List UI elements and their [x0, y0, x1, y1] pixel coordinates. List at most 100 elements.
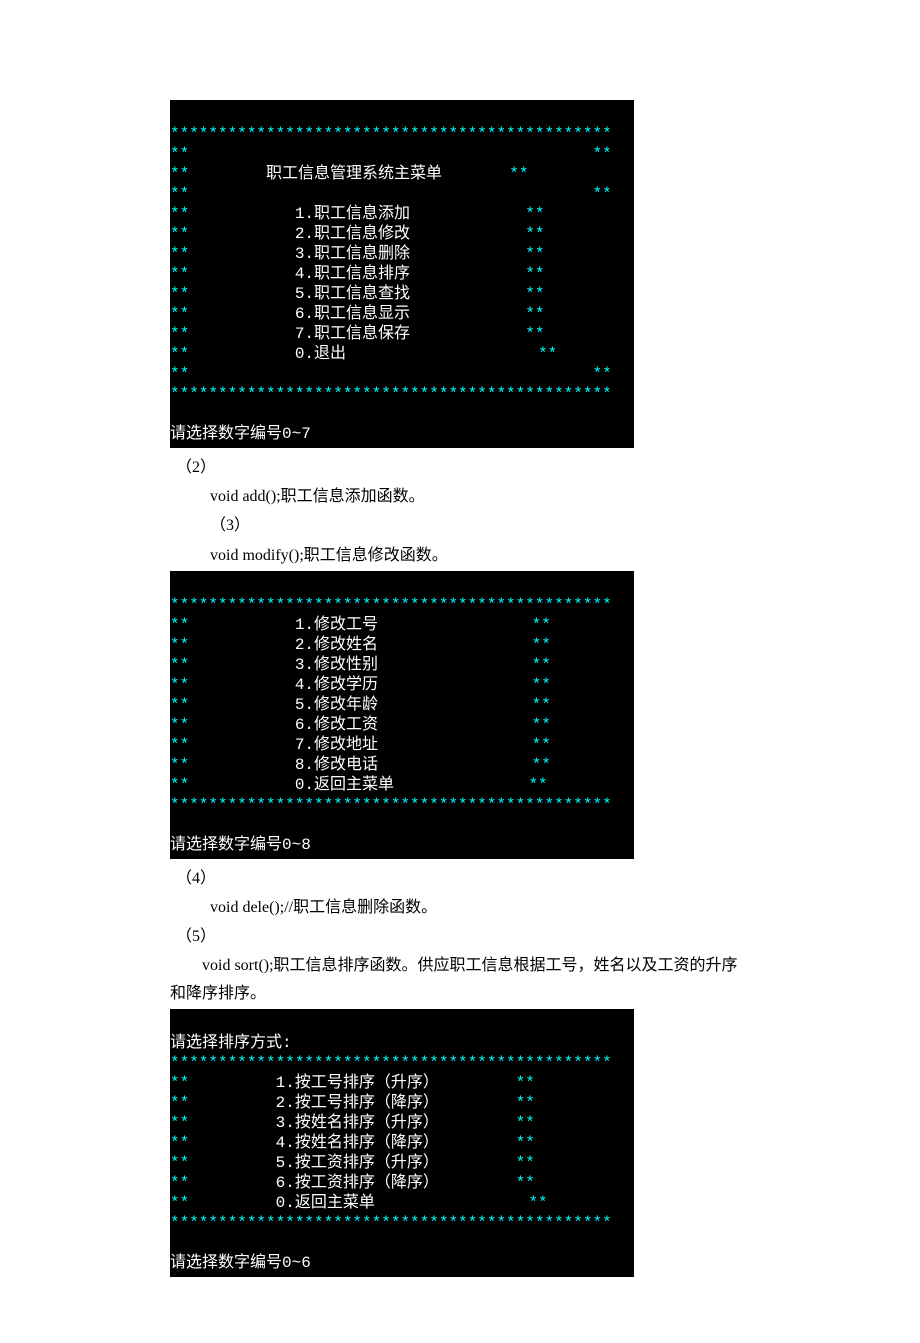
terminal-main-menu: ** ** ** ** ** ** ** ** ** ** ** ** ** ** ** ** ** ** ** **… [170, 100, 634, 448]
row-right: ** [509, 165, 528, 183]
border-top: ****************************************… [170, 1054, 612, 1072]
row-right: ** [525, 245, 544, 263]
row-right: ** [516, 1174, 535, 1192]
section-number: （2） [170, 454, 750, 481]
row-left: ** [170, 145, 189, 163]
menu-item: 5.职工信息查找 [189, 285, 525, 303]
row-left: ** [170, 636, 189, 654]
prompt-text: 请选择数字编号0~8 [170, 836, 311, 854]
row-left: ** [170, 776, 189, 794]
menu-item: 3.职工信息删除 [189, 245, 525, 263]
row-right: ** [525, 305, 544, 323]
row-right: ** [532, 696, 551, 714]
row-left: ** [170, 265, 189, 283]
row-right: ** [532, 716, 551, 734]
row-right: ** [538, 345, 557, 363]
row-right: ** [516, 1094, 535, 1112]
function-desc-add: void add();职工信息添加函数。 [170, 483, 750, 510]
row-left: ** [170, 1154, 189, 1172]
row-left: ** [170, 1094, 189, 1112]
row-left: ** [170, 365, 189, 383]
terminal-modify-menu: ****************************************… [170, 571, 634, 859]
menu-item: 4.修改学历 [189, 676, 531, 694]
row-left: ** [170, 616, 189, 634]
menu-item: 0.退出 [189, 345, 538, 363]
row-left: ** [170, 225, 189, 243]
row-left: ** [170, 1114, 189, 1132]
row-right: ** [525, 325, 544, 343]
row-right: ** [532, 656, 551, 674]
row-right: ** [532, 636, 551, 654]
terminal-sort-menu: 请选择排序方式: *******************************… [170, 1009, 634, 1277]
menu-item: 2.职工信息修改 [189, 225, 525, 243]
function-desc-sort: void sort();职工信息排序函数。供应职工信息根据工号，姓名以及工资的升… [170, 952, 750, 1006]
menu-item: 1.修改工号 [189, 616, 531, 634]
row-right: ** [525, 265, 544, 283]
menu-item: 1.按工号排序（升序） [189, 1074, 515, 1092]
row-left: ** [170, 656, 189, 674]
section-number: （5） [170, 923, 750, 950]
row-right: ** [525, 225, 544, 243]
row-right: ** [516, 1134, 535, 1152]
row-left: ** [170, 345, 189, 363]
menu-item: 8.修改电话 [189, 756, 531, 774]
row-left: ** [170, 1074, 189, 1092]
menu-item: 4.职工信息排序 [189, 265, 525, 283]
row-left: ** [170, 205, 189, 223]
prompt-text: 请选择数字编号0~7 [170, 425, 311, 443]
row-left: ** [170, 245, 189, 263]
row-right: ** [528, 776, 547, 794]
row-right: ** [532, 736, 551, 754]
sort-heading: 请选择排序方式: [170, 1034, 292, 1052]
menu-item: 7.职工信息保存 [189, 325, 525, 343]
row-left: ** [170, 1174, 189, 1192]
row-right: ** [532, 616, 551, 634]
menu-item: 0.返回主菜单 [189, 1194, 528, 1212]
menu-item: 6.职工信息显示 [189, 305, 525, 323]
row-left: ** [170, 185, 189, 203]
menu-item: 6.按工资排序（降序） [189, 1174, 515, 1192]
row-right: ** [516, 1114, 535, 1132]
menu-item: 4.按姓名排序（降序） [189, 1134, 515, 1152]
row-right: ** [592, 185, 611, 203]
menu-item: 3.修改性别 [189, 656, 531, 674]
row-left: ** [170, 305, 189, 323]
row-left: ** [170, 696, 189, 714]
row-right: ** [592, 145, 611, 163]
row-left: ** [170, 165, 189, 183]
menu-item: 0.返回主菜单 [189, 776, 528, 794]
border-bottom: ****************************************… [170, 796, 612, 814]
row-right: ** [528, 1194, 547, 1212]
row-left: ** [170, 325, 189, 343]
menu-item: 2.修改姓名 [189, 636, 531, 654]
row-right: ** [525, 285, 544, 303]
row-right: ** [592, 365, 611, 383]
row-left: ** [170, 736, 189, 754]
menu-item: 3.按姓名排序（升序） [189, 1114, 515, 1132]
row-left: ** [170, 285, 189, 303]
row-left: ** [170, 716, 189, 734]
menu-item: 1.职工信息添加 [189, 205, 525, 223]
row-left: ** [170, 676, 189, 694]
menu-item: 7.修改地址 [189, 736, 531, 754]
menu-item: 2.按工号排序（降序） [189, 1094, 515, 1112]
row-left: ** [170, 1194, 189, 1212]
row-right: ** [516, 1074, 535, 1092]
row-right: ** [516, 1154, 535, 1172]
menu-item: 5.按工资排序（升序） [189, 1154, 515, 1172]
row-right: ** [525, 205, 544, 223]
prompt-text: 请选择数字编号0~6 [170, 1254, 311, 1272]
menu-item: 6.修改工资 [189, 716, 531, 734]
function-desc-modify: void modify();职工信息修改函数。 [170, 542, 750, 569]
section-number: （3） [170, 512, 750, 539]
section-number: （4） [170, 865, 750, 892]
border-top: ****************************************… [170, 125, 612, 143]
row-right: ** [532, 676, 551, 694]
row-right: ** [532, 756, 551, 774]
row-left: ** [170, 756, 189, 774]
function-desc-dele: void dele();//职工信息删除函数。 [170, 894, 750, 921]
border-top: ****************************************… [170, 596, 612, 614]
menu-item: 5.修改年龄 [189, 696, 531, 714]
menu-title: 职工信息管理系统主菜单 [189, 165, 509, 183]
border-bottom: ****************************************… [170, 385, 612, 403]
